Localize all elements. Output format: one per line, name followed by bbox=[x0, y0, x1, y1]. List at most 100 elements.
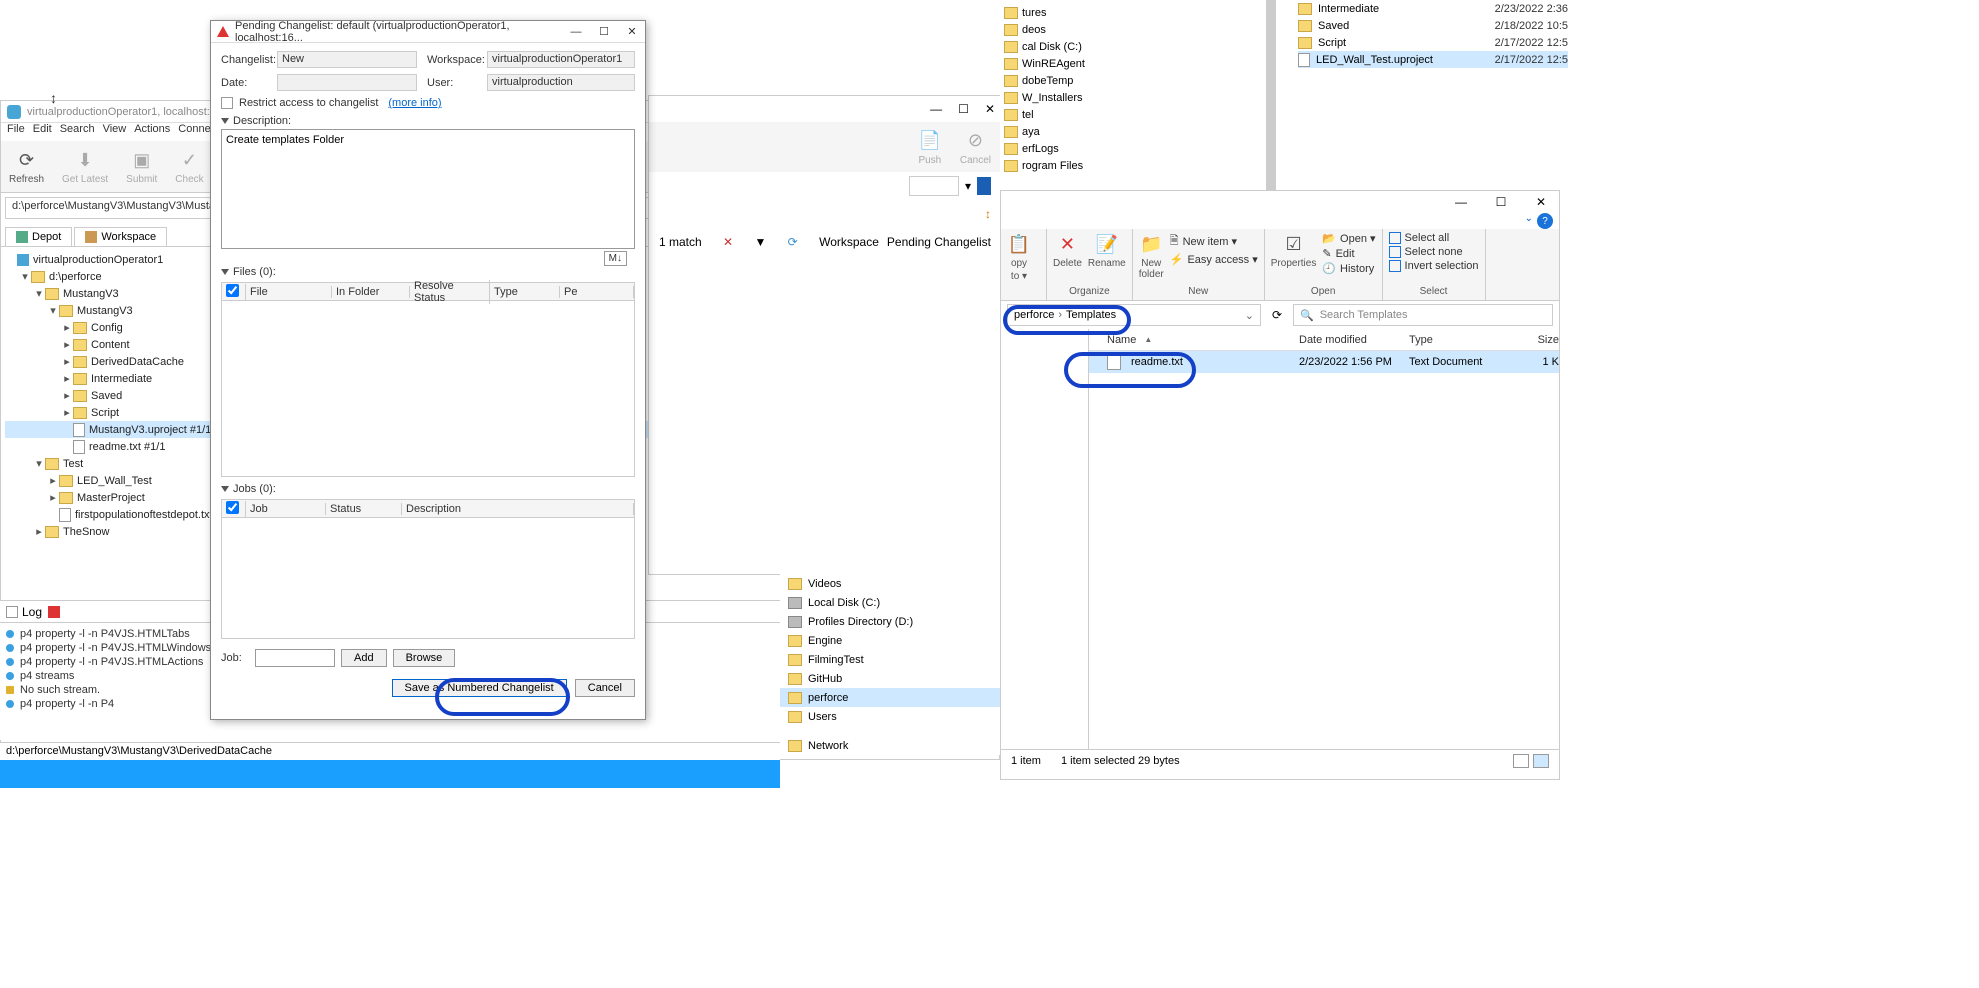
jobs-check-all[interactable] bbox=[222, 501, 246, 517]
nav-item[interactable]: Videos bbox=[780, 574, 1000, 593]
expand-icon[interactable]: ▸ bbox=[61, 338, 73, 351]
menu-edit[interactable]: Edit bbox=[33, 123, 52, 141]
col-description[interactable]: Description bbox=[402, 503, 634, 515]
scrollbar[interactable] bbox=[1266, 0, 1276, 190]
log-close-icon[interactable] bbox=[48, 606, 60, 618]
restrict-checkbox[interactable] bbox=[221, 97, 233, 109]
col-type[interactable]: Type bbox=[1409, 334, 1509, 346]
expand-icon[interactable]: ▸ bbox=[61, 355, 73, 368]
nav-item[interactable]: Profiles Directory (D:) bbox=[780, 612, 1000, 631]
more-info-link[interactable]: (more info) bbox=[388, 97, 441, 109]
expand-icon[interactable]: ▾ bbox=[47, 304, 59, 317]
description-section[interactable]: Description: bbox=[221, 115, 635, 127]
crumb-perforce[interactable]: perforce bbox=[1014, 309, 1054, 321]
menu-file[interactable]: File bbox=[7, 123, 25, 141]
bg-tree-item[interactable]: aya bbox=[1004, 123, 1564, 140]
new-item-button[interactable]: 🗎New item ▾ bbox=[1170, 232, 1258, 251]
expand-icon[interactable]: ▸ bbox=[33, 525, 45, 538]
file-row[interactable]: readme.txt2/23/2022 1:56 PMText Document… bbox=[1089, 351, 1559, 373]
delete-button[interactable]: ✕Delete bbox=[1053, 232, 1082, 269]
menu-view[interactable]: View bbox=[103, 123, 127, 141]
dropdown-stub[interactable] bbox=[909, 176, 959, 196]
nav-item[interactable]: perforce bbox=[780, 688, 1000, 707]
jobs-table[interactable]: Job Status Description bbox=[221, 499, 635, 639]
view-large-icon[interactable] bbox=[1533, 754, 1549, 768]
easy-access-button[interactable]: ⚡Easy access ▾ bbox=[1170, 253, 1258, 266]
crumb-templates[interactable]: Templates bbox=[1066, 309, 1116, 321]
menu-actions[interactable]: Actions bbox=[134, 123, 170, 141]
bg-file-row[interactable]: Intermediate2/23/2022 2:36 bbox=[1298, 0, 1568, 17]
nav-item[interactable]: Network bbox=[780, 736, 1000, 755]
expand-icon[interactable]: ▾ bbox=[33, 287, 45, 300]
chevron-down-icon[interactable]: ⌄ bbox=[1245, 309, 1254, 322]
tab-depot[interactable]: Depot bbox=[5, 227, 72, 246]
expand-icon[interactable]: ▸ bbox=[61, 372, 73, 385]
minimize-button[interactable]: — bbox=[569, 25, 583, 39]
file-list[interactable]: Name▲ Date modified Type Size readme.txt… bbox=[1089, 329, 1559, 749]
close-button[interactable]: ✕ bbox=[625, 25, 639, 39]
clear-filter-icon[interactable]: ✕ bbox=[723, 235, 733, 249]
nav-item[interactable]: Local Disk (C:) bbox=[780, 593, 1000, 612]
files-check-all[interactable] bbox=[222, 284, 246, 300]
bg-tree-item[interactable]: erfLogs bbox=[1004, 140, 1564, 157]
markdown-button[interactable]: M↓ bbox=[604, 251, 627, 266]
refresh-button[interactable]: ⟳ bbox=[1267, 305, 1287, 325]
maximize-icon[interactable]: ☐ bbox=[958, 102, 969, 116]
col-pe[interactable]: Pe bbox=[560, 286, 634, 298]
expand-icon[interactable]: ▾ bbox=[33, 457, 45, 470]
breadcrumb[interactable]: perforce › Templates ⌄ bbox=[1007, 304, 1261, 326]
submit-button[interactable]: ▣Submit bbox=[126, 148, 157, 185]
bg-file-row[interactable]: Saved2/18/2022 10:5 bbox=[1298, 17, 1568, 34]
minimize-icon[interactable]: — bbox=[930, 102, 942, 116]
bg-tree-item[interactable]: W_Installers bbox=[1004, 89, 1564, 106]
menu-search[interactable]: Search bbox=[60, 123, 95, 141]
col-type[interactable]: Type bbox=[490, 286, 560, 298]
col-status[interactable]: Status bbox=[326, 503, 402, 515]
bg-tree-item[interactable]: tel bbox=[1004, 106, 1564, 123]
expand-icon[interactable]: ▸ bbox=[47, 491, 59, 504]
cancel-button[interactable]: Cancel bbox=[575, 679, 635, 697]
sort-icon[interactable]: ↕ bbox=[985, 207, 991, 221]
background-file-list[interactable]: Intermediate2/23/2022 2:36Saved2/18/2022… bbox=[1298, 0, 1568, 68]
expand-icon[interactable]: ▸ bbox=[61, 389, 73, 402]
explorer-titlebar[interactable]: — ☐ ✕ bbox=[1001, 191, 1559, 213]
col-date[interactable]: Date modified bbox=[1299, 334, 1409, 346]
rename-button[interactable]: 📝Rename bbox=[1088, 232, 1126, 269]
copy-button[interactable]: 📋opyto ▾ bbox=[1007, 232, 1031, 282]
close-icon[interactable]: ✕ bbox=[985, 102, 995, 116]
open-button[interactable]: 📂Open ▾ bbox=[1322, 232, 1375, 245]
refresh-small-icon[interactable]: ⟳ bbox=[788, 235, 798, 249]
view-details-icon[interactable] bbox=[1513, 754, 1529, 768]
nav-pane-stub[interactable] bbox=[1001, 329, 1089, 749]
minimize-button[interactable]: — bbox=[1449, 193, 1473, 211]
col-resolve[interactable]: Resolve Status bbox=[410, 280, 490, 304]
search-input[interactable]: 🔍 Search Templates bbox=[1293, 304, 1553, 326]
filter-icon[interactable]: ▼ bbox=[754, 235, 766, 249]
bg-file-row[interactable]: LED_Wall_Test.uproject2/17/2022 12:5 bbox=[1298, 51, 1568, 68]
nav-item[interactable]: Engine bbox=[780, 631, 1000, 650]
new-folder-button[interactable]: 📁New folder bbox=[1139, 232, 1164, 280]
ribbon-expand-icon[interactable]: ⌄ bbox=[1525, 213, 1533, 229]
help-icon[interactable]: ? bbox=[1537, 213, 1553, 229]
tab-pending-changelist[interactable]: Pending Changelist bbox=[887, 235, 991, 249]
expand-icon[interactable]: ▸ bbox=[61, 406, 73, 419]
bg-file-row[interactable]: Script2/17/2022 12:5 bbox=[1298, 34, 1568, 51]
select-none-button[interactable]: Select none bbox=[1389, 246, 1479, 258]
properties-button[interactable]: ☑Properties bbox=[1271, 232, 1317, 269]
expand-icon[interactable]: ▾ bbox=[19, 270, 31, 283]
col-size[interactable]: Size bbox=[1509, 334, 1559, 346]
refresh-button[interactable]: ⟳Refresh bbox=[9, 148, 44, 185]
chevron-down-icon[interactable]: ▾ bbox=[965, 179, 971, 193]
col-file[interactable]: File bbox=[246, 286, 332, 298]
files-table[interactable]: File In Folder Resolve Status Type Pe bbox=[221, 282, 635, 477]
invert-selection-button[interactable]: Invert selection bbox=[1389, 260, 1479, 272]
col-infolder[interactable]: In Folder bbox=[332, 286, 410, 298]
expand-icon[interactable]: ▸ bbox=[47, 474, 59, 487]
maximize-button[interactable]: ☐ bbox=[1489, 193, 1513, 211]
close-button[interactable]: ✕ bbox=[1529, 193, 1553, 211]
add-button[interactable]: Add bbox=[341, 649, 387, 667]
expand-icon[interactable]: ▸ bbox=[61, 321, 73, 334]
tab-workspace-right[interactable]: Workspace bbox=[819, 235, 879, 249]
history-button[interactable]: 🕘History bbox=[1322, 262, 1375, 275]
tab-workspace[interactable]: Workspace bbox=[74, 227, 167, 246]
